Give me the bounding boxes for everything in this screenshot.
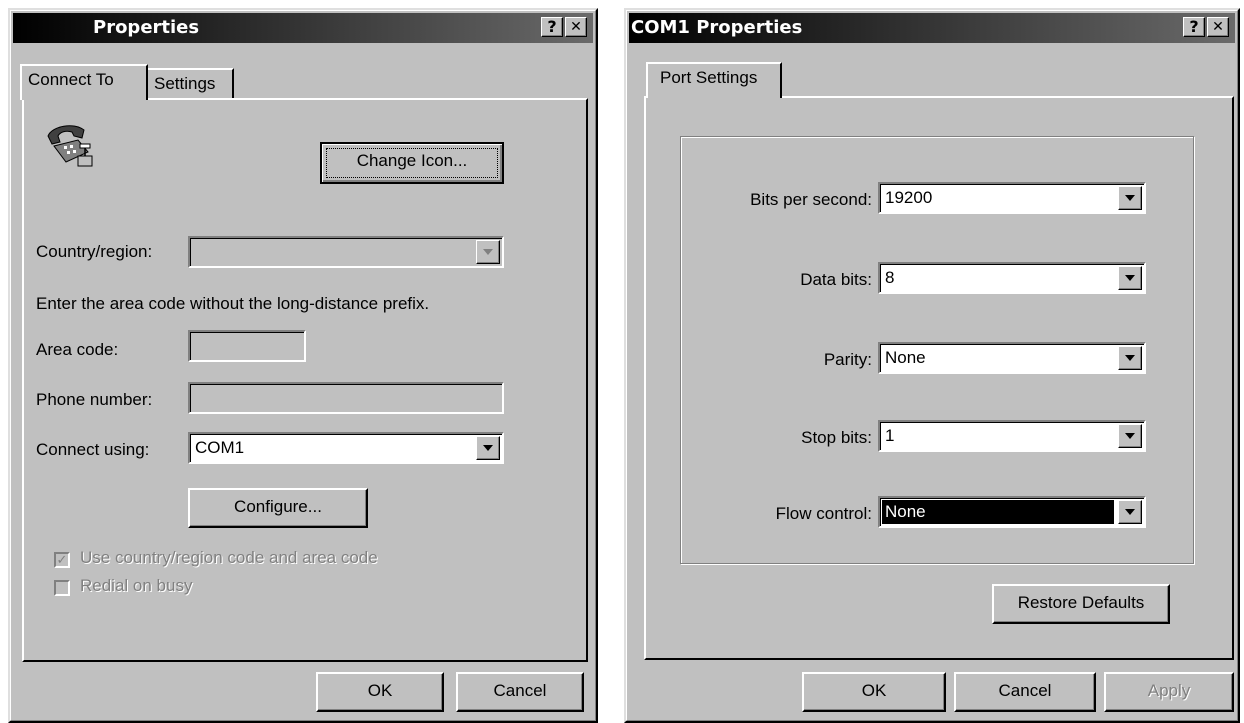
com1-titlebar[interactable]: COM1 Properties ? ✕ xyxy=(629,13,1235,43)
connect-to-panel: Change Icon... Country/region: Enter the… xyxy=(22,98,588,662)
chevron-down-icon xyxy=(476,240,500,264)
close-button[interactable]: ✕ xyxy=(565,17,587,37)
help-button[interactable]: ? xyxy=(1183,17,1205,37)
redial-label: Redial on busy xyxy=(80,576,193,595)
configure-button[interactable]: Configure... xyxy=(188,488,368,528)
tab-port-settings[interactable]: Port Settings xyxy=(646,62,782,98)
close-button[interactable]: ✕ xyxy=(1207,17,1229,37)
data-bits-label: Data bits: xyxy=(800,270,872,289)
connect-using-select[interactable]: COM1 xyxy=(188,432,504,464)
phone-number-label: Phone number: xyxy=(36,390,153,409)
area-code-label: Area code: xyxy=(36,340,119,359)
button-label: Restore Defaults xyxy=(1017,593,1145,612)
country-region-select xyxy=(188,236,504,268)
data-bits-value: 8 xyxy=(885,268,895,287)
chevron-down-icon[interactable] xyxy=(1118,346,1142,370)
area-code-input xyxy=(188,330,306,362)
cancel-button[interactable]: Cancel xyxy=(456,672,584,712)
dialog-title: COM1 Properties xyxy=(631,17,803,38)
port-settings-panel: Bits per second: 19200 Data bits: 8 Pari… xyxy=(644,96,1234,660)
stop-bits-select[interactable]: 1 xyxy=(878,420,1146,452)
bits-per-second-label: Bits per second: xyxy=(750,190,872,210)
use-country-label: Use country/region code and area code xyxy=(80,548,378,567)
flow-control-value: None xyxy=(882,500,1114,524)
tab-connect-to[interactable]: Connect To xyxy=(20,64,148,100)
restore-defaults-button[interactable]: Restore Defaults xyxy=(992,584,1170,624)
bits-label-text: Bits per second: xyxy=(750,190,872,209)
parity-select[interactable]: None xyxy=(878,342,1146,374)
tab-settings[interactable]: Settings xyxy=(148,68,234,100)
parity-label: Parity: xyxy=(823,350,872,369)
properties-titlebar[interactable]: Properties ? ✕ xyxy=(13,13,593,43)
redial-checkbox[interactable] xyxy=(54,580,70,596)
connect-using-value: COM1 xyxy=(195,438,245,457)
tab-label: Port Settings xyxy=(660,68,758,87)
ok-button[interactable]: OK xyxy=(802,672,946,712)
tab-label: Connect To xyxy=(28,70,114,89)
button-label: OK xyxy=(367,681,393,700)
flow-control-select[interactable]: None xyxy=(878,496,1146,528)
bits-per-second-value: 19200 xyxy=(885,188,933,207)
button-label: Cancel xyxy=(998,681,1052,700)
chevron-down-icon[interactable] xyxy=(1118,500,1142,524)
phone-number-input xyxy=(188,382,504,414)
dialog-title: Properties xyxy=(93,17,200,38)
connect-using-label: Connect using: xyxy=(36,440,150,459)
button-label: OK xyxy=(861,681,887,700)
data-bits-select[interactable]: 8 xyxy=(878,262,1146,294)
button-label: Cancel xyxy=(493,681,547,700)
chevron-down-icon[interactable] xyxy=(476,436,500,460)
button-label: Apply xyxy=(1147,681,1191,700)
apply-button: Apply xyxy=(1104,672,1234,712)
instruction-text: Enter the area code without the long-dis… xyxy=(36,294,430,313)
properties-dialog: Properties ? ✕ Connect To Settings Chang… xyxy=(8,8,598,723)
chevron-down-icon[interactable] xyxy=(1118,424,1142,448)
country-region-label: Country/region: xyxy=(36,242,153,261)
tab-label: Settings xyxy=(154,74,216,93)
chevron-down-icon[interactable] xyxy=(1118,266,1142,290)
chevron-down-icon[interactable] xyxy=(1118,186,1142,210)
help-button[interactable]: ? xyxy=(541,17,563,37)
stop-bits-label: Stop bits: xyxy=(801,428,872,447)
com1-properties-dialog: COM1 Properties ? ✕ Port Settings Bits p… xyxy=(624,8,1240,723)
ok-button[interactable]: OK xyxy=(316,672,444,712)
bits-per-second-select[interactable]: 19200 xyxy=(878,182,1146,214)
use-country-checkbox[interactable]: ✓ xyxy=(54,552,70,568)
telephone-icon xyxy=(44,122,96,170)
stop-bits-value: 1 xyxy=(885,426,895,445)
parity-value: None xyxy=(885,348,926,367)
flow-control-label: Flow control: xyxy=(775,504,872,523)
cancel-button[interactable]: Cancel xyxy=(954,672,1096,712)
change-icon-button[interactable]: Change Icon... xyxy=(320,142,504,184)
button-label: Configure... xyxy=(234,497,322,516)
